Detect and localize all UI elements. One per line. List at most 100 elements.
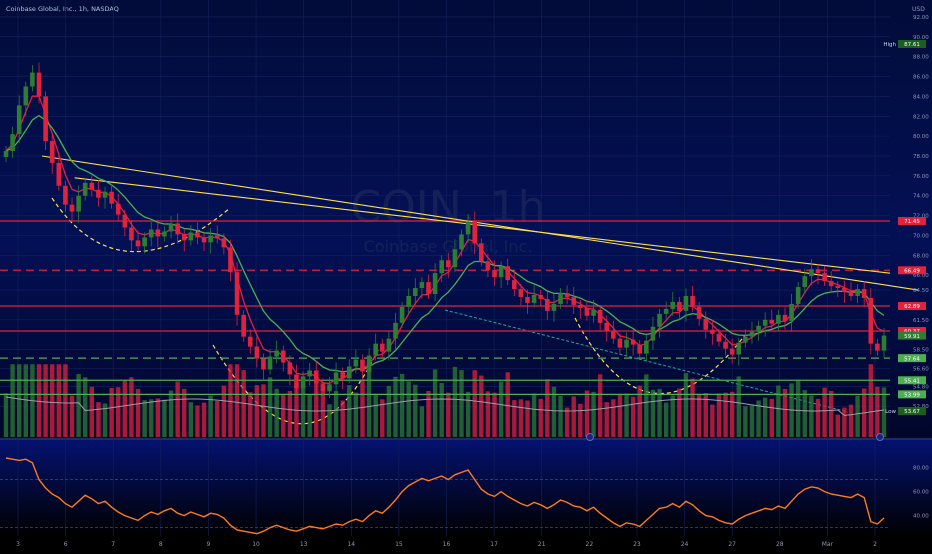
time-tick-label[interactable]: 13 <box>300 541 308 548</box>
volume-bar <box>234 364 240 437</box>
candle-body <box>650 326 656 341</box>
candle-body <box>498 266 504 278</box>
time-tick-label[interactable]: 2 <box>873 541 877 548</box>
candle-body <box>868 297 874 344</box>
price-tick-label[interactable]: 54.80 <box>913 384 929 390</box>
price-tick-label[interactable]: 92.00 <box>913 15 929 21</box>
volume-bar <box>809 395 814 437</box>
price-level-label[interactable]: 55.41 <box>904 378 920 384</box>
price-tick-label[interactable]: 78.00 <box>913 154 929 160</box>
price-level-label[interactable]: 57.64 <box>904 356 920 362</box>
candle-body <box>327 384 332 392</box>
time-tick-label[interactable]: 3 <box>16 541 20 548</box>
volume-bar <box>254 385 260 437</box>
candle-body <box>30 72 35 87</box>
candle-body <box>10 134 15 152</box>
time-tick-label[interactable]: 9 <box>207 541 211 548</box>
candle-body <box>148 229 154 238</box>
price-tick-label[interactable]: 68.00 <box>913 253 929 259</box>
time-tick-label[interactable]: 10 <box>252 541 260 548</box>
candle-body <box>214 235 220 239</box>
time-axis[interactable]: 3 6 7 8 9 10 13 14 15 16 17 21 22 23 24 27 28 Mar 2 <box>16 541 877 548</box>
price-tick-label[interactable]: 90.00 <box>913 35 929 41</box>
candle-body <box>465 221 471 235</box>
time-tick-label[interactable]: 23 <box>633 541 641 548</box>
price-tick-label[interactable]: 70.00 <box>913 233 929 239</box>
time-tick-label[interactable]: 6 <box>64 541 68 548</box>
price-tick-label[interactable]: 58.50 <box>913 348 929 354</box>
time-tick-label[interactable]: 16 <box>443 541 451 548</box>
price-tick-label[interactable]: 61.50 <box>913 318 929 324</box>
volume-bar <box>261 384 266 437</box>
volume-bar <box>69 395 75 437</box>
time-tick-label[interactable]: 17 <box>490 541 498 548</box>
candle-body <box>802 276 808 288</box>
rsi-tick-label[interactable]: 40.00 <box>913 514 929 520</box>
low-label[interactable]: Low <box>885 409 896 415</box>
price-tick-label[interactable]: 88.00 <box>913 55 929 61</box>
time-tick-label[interactable]: Mar <box>822 541 834 548</box>
time-tick-label[interactable]: 24 <box>681 541 689 548</box>
volume-bar <box>769 398 774 437</box>
price-level-label[interactable]: 66.49 <box>904 268 920 274</box>
volume-bar <box>122 380 128 437</box>
candle-body <box>43 96 48 142</box>
time-tick-label[interactable]: 28 <box>776 541 784 548</box>
time-tick-label[interactable]: 14 <box>347 541 355 548</box>
price-tick-label[interactable]: 84.00 <box>913 94 929 100</box>
candle-body <box>89 182 95 190</box>
volume-bar <box>195 405 200 437</box>
volume-bar <box>644 374 649 437</box>
high-label[interactable]: High <box>883 42 896 48</box>
candle-body <box>743 336 748 343</box>
volume-bar <box>795 380 801 437</box>
last-price-label[interactable]: 59.91 <box>904 334 920 340</box>
volume-bar <box>419 406 425 437</box>
candle-body <box>723 341 728 349</box>
price-level-label[interactable]: 53.99 <box>904 393 920 399</box>
price-tick-label[interactable]: 56.60 <box>913 366 929 372</box>
time-tick-label[interactable]: 22 <box>586 541 594 548</box>
volume-bar <box>208 395 213 437</box>
candle-body <box>69 204 75 212</box>
price-tick-label[interactable]: 80.00 <box>913 134 929 140</box>
rsi-tick-label[interactable]: 60.00 <box>913 490 929 496</box>
chart-canvas[interactable]: Coinbase Global, Inc., 1h, NASDAQ USD CO… <box>0 0 932 550</box>
volume-bar <box>83 377 88 437</box>
price-tick-label[interactable]: 82.00 <box>913 114 929 120</box>
time-tick-label[interactable]: 8 <box>159 541 163 548</box>
candle-body <box>617 338 623 348</box>
volume-bar <box>677 388 682 437</box>
volume-bar <box>3 393 9 437</box>
time-tick-label[interactable]: 15 <box>395 541 403 548</box>
volume-bar <box>333 390 339 437</box>
price-tick-label[interactable]: 86.00 <box>913 75 929 81</box>
volume-bar <box>848 404 854 437</box>
event-marker-icon[interactable] <box>586 433 594 441</box>
volume-bar <box>432 369 438 437</box>
volume-bar <box>327 404 332 437</box>
rsi-tick-label[interactable]: 80.00 <box>913 466 929 472</box>
volume-bar <box>149 399 154 437</box>
time-tick-label[interactable]: 27 <box>728 541 736 548</box>
volume-bar <box>63 364 68 437</box>
time-tick-label[interactable]: 7 <box>111 541 115 548</box>
volume-bar <box>835 414 840 437</box>
candle-body <box>366 355 372 372</box>
event-marker-icon[interactable] <box>876 433 884 441</box>
price-tick-label[interactable]: 76.00 <box>913 174 929 180</box>
price-level-label[interactable]: 71.45 <box>904 219 920 225</box>
candle-body <box>195 232 200 238</box>
candle-body <box>122 214 128 228</box>
time-tick-label[interactable]: 21 <box>538 541 546 548</box>
candle-body <box>782 314 788 321</box>
candle-body <box>795 287 801 304</box>
price-tick-label[interactable]: 74.00 <box>913 194 929 200</box>
price-tick-label[interactable]: 64.50 <box>913 288 929 294</box>
volume-bar <box>696 393 702 437</box>
price-level-label[interactable]: 62.89 <box>904 304 920 310</box>
low-value-label[interactable]: 53.67 <box>904 409 920 415</box>
candle-body <box>710 329 715 334</box>
candle-body <box>769 319 775 324</box>
high-value-label[interactable]: 87.61 <box>904 42 920 48</box>
